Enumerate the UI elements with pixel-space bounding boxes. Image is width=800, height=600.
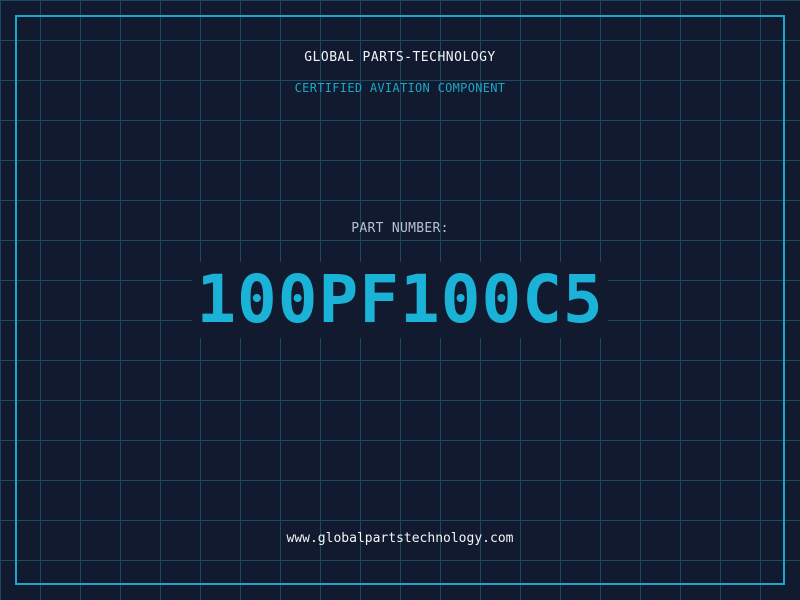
certification-subtitle: CERTIFIED AVIATION COMPONENT (294, 81, 506, 95)
part-number-label: PART NUMBER: (351, 221, 449, 236)
part-number-row: 100PF100C5 (0, 262, 800, 338)
certificate-canvas: GLOBAL PARTS-TECHNOLOGY CERTIFIED AVIATI… (0, 0, 800, 600)
company-name: GLOBAL PARTS-TECHNOLOGY (304, 50, 496, 65)
website-url: www.globalpartstechnology.com (286, 531, 514, 546)
part-number-value: 100PF100C5 (192, 262, 608, 338)
